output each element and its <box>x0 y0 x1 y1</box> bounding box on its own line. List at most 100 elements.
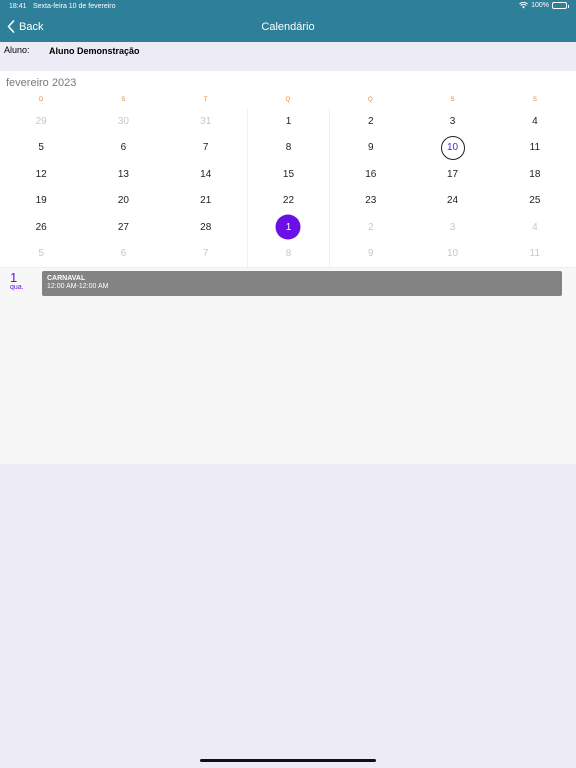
day-number: 1 <box>285 221 292 233</box>
day-number: 11 <box>529 142 541 154</box>
day-number: 1 <box>285 115 292 127</box>
day-number: 20 <box>117 195 129 207</box>
day-number: 14 <box>200 168 212 180</box>
day-number: 24 <box>447 195 459 207</box>
calendar-day[interactable]: 23 <box>329 187 411 214</box>
calendar-day[interactable]: 21 <box>165 188 247 215</box>
calendar-day[interactable]: 2 <box>329 214 411 241</box>
day-number: 30 <box>117 115 129 127</box>
day-number: 17 <box>447 168 459 180</box>
calendar-day[interactable]: 8 <box>246 240 329 267</box>
calendar-day[interactable]: 30 <box>82 108 164 135</box>
day-number: 4 <box>532 221 538 233</box>
calendar-day[interactable]: 7 <box>165 135 247 162</box>
event-title: CARNAVAL <box>47 275 86 282</box>
calendar-day[interactable]: 19 <box>0 188 82 215</box>
calendar-day-selected[interactable]: 1 <box>246 214 329 241</box>
event-weekday: qua. <box>10 284 24 291</box>
month-title: fevereiro 2023 <box>6 77 77 89</box>
day-number: 26 <box>35 221 47 233</box>
event-time: 12:00 AM-12:00 AM <box>47 283 109 290</box>
day-number: 29 <box>35 115 47 127</box>
event-day-number: 1 <box>10 270 18 285</box>
nav-bar: 18:41 Sexta-feira 10 de fevereiro 100% B… <box>0 0 576 42</box>
weekday-label: Q <box>367 97 373 103</box>
day-number: 7 <box>202 142 209 154</box>
calendar-day[interactable]: 11 <box>494 135 576 162</box>
calendar-day[interactable]: 24 <box>411 188 493 215</box>
calendar-day[interactable]: 17 <box>411 161 493 188</box>
day-number: 4 <box>532 115 538 127</box>
day-number: 19 <box>35 195 47 207</box>
day-number: 10 <box>447 248 459 260</box>
day-number: 3 <box>449 221 456 233</box>
day-number: 21 <box>200 195 212 207</box>
calendar-day[interactable]: 4 <box>494 214 576 241</box>
day-number: 11 <box>529 248 541 260</box>
status-date: Sexta-feira 10 de fevereiro <box>33 3 116 10</box>
month-calendar: fevereiro 2023 D S T Q Q S S 29 30 31 1 2 3 4 5… <box>0 71 576 267</box>
calendar-day[interactable]: 16 <box>329 161 411 188</box>
day-number: 28 <box>200 221 212 233</box>
day-number: 15 <box>282 168 295 180</box>
calendar-day[interactable]: 7 <box>165 241 247 268</box>
calendar-day[interactable]: 9 <box>329 134 411 161</box>
battery-icon <box>552 2 569 9</box>
event-card[interactable]: CARNAVAL 12:00 AM-12:00 AM <box>42 271 562 296</box>
student-name: Aluno Demonstração <box>49 46 140 56</box>
weekday-label: S <box>450 97 455 103</box>
weekday-label: D <box>38 97 44 103</box>
day-number: 5 <box>38 248 44 260</box>
calendar-day[interactable]: 3 <box>411 108 493 135</box>
calendar-day[interactable]: 14 <box>165 161 247 188</box>
weekday-label: S <box>121 97 126 103</box>
calendar-day[interactable]: 1 <box>246 108 329 135</box>
calendar-grid: 29 30 31 1 2 3 4 5 6 7 8 9 10 11 12 13 14 15 16 17 18 19 20 21 2… <box>0 108 576 267</box>
day-number: 2 <box>368 221 374 233</box>
calendar-day[interactable]: 26 <box>0 214 82 241</box>
calendar-day[interactable]: 12 <box>0 161 82 188</box>
status-indicators: 100% <box>519 2 569 9</box>
calendar-day[interactable]: 9 <box>329 240 411 267</box>
calendar-day[interactable]: 31 <box>165 108 247 135</box>
day-number: 2 <box>368 115 374 127</box>
status-time: 18:41 <box>9 3 27 10</box>
calendar-day[interactable]: 22 <box>246 187 329 214</box>
calendar-day[interactable]: 27 <box>82 214 164 241</box>
student-label: Aluno: <box>4 45 30 55</box>
calendar-day[interactable]: 3 <box>411 214 493 241</box>
calendar-day[interactable]: 11 <box>494 241 576 268</box>
day-number: 7 <box>202 248 209 260</box>
calendar-day[interactable]: 25 <box>494 188 576 215</box>
calendar-day[interactable]: 18 <box>494 161 576 188</box>
calendar-day[interactable]: 28 <box>165 214 247 241</box>
calendar-day[interactable]: 8 <box>246 134 329 161</box>
calendar-day[interactable]: 2 <box>329 108 411 135</box>
student-row: Aluno: Aluno Demonstração <box>0 42 576 70</box>
day-number: 10 <box>447 142 459 154</box>
day-number: 18 <box>529 168 541 180</box>
calendar-day[interactable]: 6 <box>82 135 164 162</box>
calendar-day[interactable]: 15 <box>246 161 329 188</box>
calendar-day[interactable]: 20 <box>82 188 164 215</box>
day-number: 13 <box>117 168 129 180</box>
calendar-day[interactable]: 5 <box>0 241 82 268</box>
weekday-header: D S T Q Q S S <box>0 97 576 107</box>
day-number: 25 <box>529 195 541 207</box>
weekday-label: T <box>203 97 208 103</box>
calendar-day-today[interactable]: 10 <box>411 135 493 162</box>
wifi-icon <box>519 2 528 9</box>
weekday-label: Q <box>285 97 291 103</box>
day-number: 5 <box>38 142 44 154</box>
calendar-day[interactable]: 5 <box>0 135 82 162</box>
calendar-day[interactable]: 4 <box>494 108 576 135</box>
calendar-day[interactable]: 6 <box>82 241 164 268</box>
calendar-day[interactable]: 10 <box>411 241 493 268</box>
day-number: 27 <box>117 221 129 233</box>
home-indicator <box>200 759 376 762</box>
event-date: 1 qua. <box>10 271 24 291</box>
calendar-day[interactable]: 29 <box>0 108 82 135</box>
day-number: 3 <box>449 115 456 127</box>
calendar-day[interactable]: 13 <box>82 161 164 188</box>
events-panel: 1 qua. CARNAVAL 12:00 AM-12:00 AM <box>0 268 576 464</box>
